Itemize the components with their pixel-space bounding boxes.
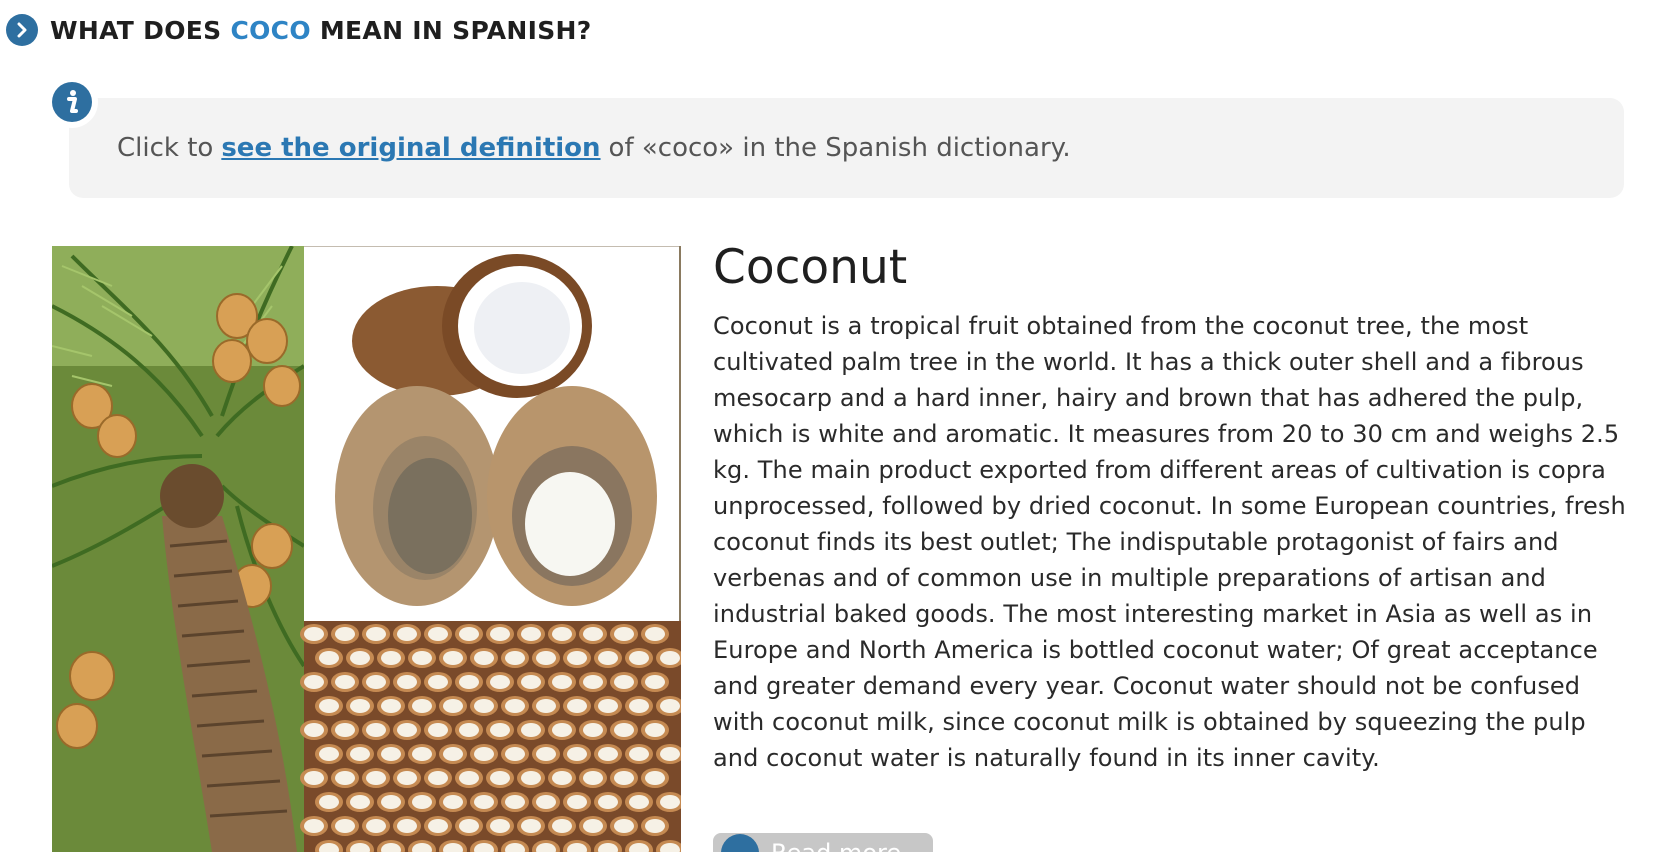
- info-text-after: of «coco» in the Spanish dictionary.: [608, 133, 1071, 163]
- coconut-illustration: [52, 246, 681, 852]
- info-icon: [52, 82, 92, 122]
- article: Coconut Coconut is a tropical fruit obta…: [713, 240, 1633, 776]
- read-more-icon: [721, 834, 759, 852]
- coconut-image-collage: [52, 246, 681, 852]
- read-more-label: Read more: [771, 839, 901, 852]
- article-body: Coconut is a tropical fruit obtained fro…: [713, 312, 1626, 773]
- title-prefix: WHAT DOES: [50, 15, 231, 45]
- original-definition-link[interactable]: see the original definition: [221, 133, 600, 163]
- title-suffix: MEAN IN SPANISH?: [310, 15, 592, 45]
- page: WHAT DOES COCO MEAN IN SPANISH? Click to…: [0, 0, 1668, 852]
- section-heading: WHAT DOES COCO MEAN IN SPANISH?: [6, 14, 592, 46]
- title-word: COCO: [230, 15, 311, 45]
- info-text-before: Click to: [117, 133, 214, 163]
- page-title: WHAT DOES COCO MEAN IN SPANISH?: [50, 16, 592, 45]
- read-more-button[interactable]: Read more: [713, 833, 933, 852]
- info-text: Click to see the original definition of …: [117, 98, 1071, 198]
- info-callout: Click to see the original definition of …: [69, 98, 1624, 198]
- article-title: Coconut: [713, 240, 908, 295]
- chevron-right-icon[interactable]: [6, 14, 38, 46]
